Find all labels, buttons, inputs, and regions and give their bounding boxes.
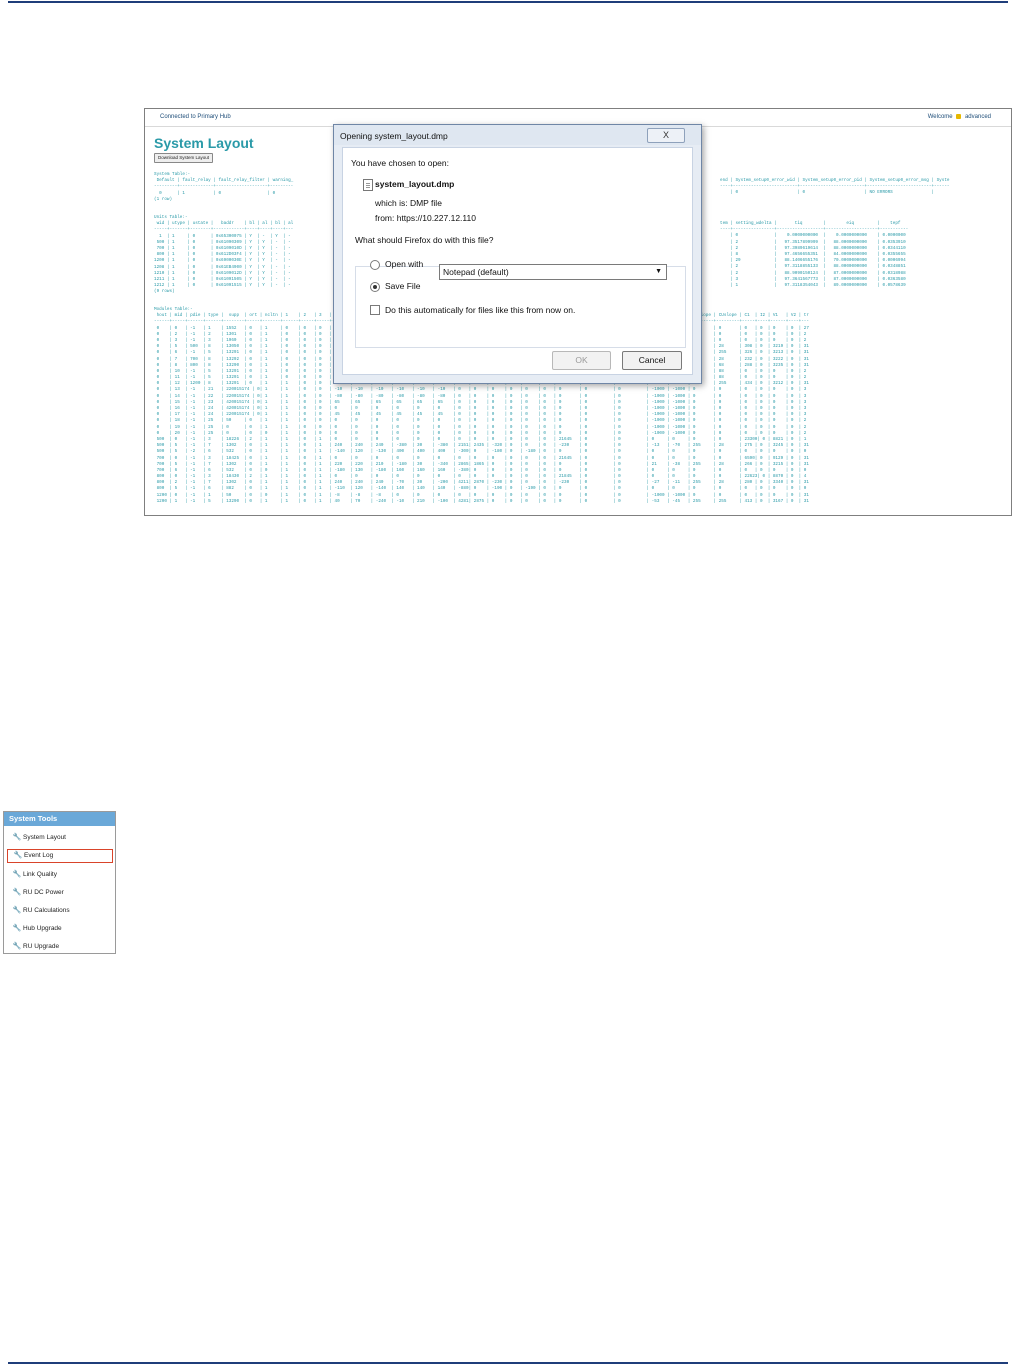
dialog-body: You have chosen to open: system_layout.d… (342, 147, 693, 375)
ok-button[interactable]: OK (552, 351, 611, 370)
menu-item-ru-upgrade[interactable]: 🔧 RU Upgrade (7, 940, 111, 953)
table-line: | 0 | 0 | NO ERRORS | (720, 190, 935, 196)
table-line: (9 rows) (154, 289, 175, 295)
wrench-icon: 🔧 (13, 852, 23, 859)
save-file-radio[interactable] (370, 282, 380, 292)
welcome-text: Welcome (927, 114, 953, 121)
save-file-label[interactable]: Save File (385, 281, 420, 291)
table-line: 700 | 0 | -1 | 3 | 18425 | 0 | 1 | 1 | 0… (154, 455, 809, 461)
table-line: 0 | 13 | -1 | 21 | 220015174 | 0| 1 | 1 … (154, 387, 807, 393)
table-line: | 2 | 97.3517899999 | 88.0000000000 | 0.… (720, 239, 906, 245)
menu-item-label: Link Quality (23, 871, 57, 878)
open-with-label[interactable]: Open with (385, 259, 423, 269)
system-tools-menu: System Tools 🔧 System Layout 🔧 Event Log 🔧… (3, 811, 116, 954)
file-icon (363, 179, 373, 191)
system-table-right: end | System_setup0_error_wid | System_s… (720, 178, 950, 197)
menu-item-ru-calculations[interactable]: 🔧 RU Calculations (7, 904, 111, 917)
close-icon: X (662, 130, 669, 140)
units-table-right: tem | setting_wdelta | tiq | eiq | tepf -… (720, 221, 908, 289)
table-line: 1210 | 1 | 0 | 0x6109012D | Y | Y | - | … (154, 270, 291, 276)
chevron-down-icon: ▼ (655, 268, 662, 275)
download-system-layout-button[interactable]: Download System Layout (154, 153, 214, 163)
menu-item-label: System Layout (23, 834, 66, 841)
menu-item-ru-dc-power[interactable]: 🔧 RU DC Power (7, 886, 111, 899)
open-with-value: Notepad (default) (443, 267, 509, 277)
cancel-button[interactable]: Cancel (622, 351, 682, 370)
menu-item-label: RU Calculations (23, 907, 70, 914)
menu-item-label: Hub Upgrade (23, 925, 62, 932)
question-text: What should Firefox do with this file? (355, 235, 494, 245)
wrench-icon: 🔧 (12, 943, 22, 950)
table-line: | 2 | 88.9090150124 | 87.0000000000 | 0.… (720, 270, 906, 276)
dialog-titlebar: Opening system_layout.dmp X (334, 125, 701, 145)
open-with-radio[interactable] (370, 260, 380, 270)
intro-text: You have chosen to open: (351, 158, 449, 168)
table-line: 1208 | 1 | 0 | 0x61EB4900 | Y | Y | - | … (154, 264, 291, 270)
welcome-area: Welcome advanced (928, 114, 991, 120)
table-line: 500 | 5 | -2 | 6 | 532 | 0 | 1 | 1 | 0 |… (154, 449, 807, 455)
file-name: system_layout.dmp (375, 179, 455, 189)
table-line: 1200 | 1 | 0 | 0x6900030E | Y | Y | - | … (154, 258, 291, 264)
wrench-icon: 🔧 (12, 925, 22, 932)
auto-label[interactable]: Do this automatically for files like thi… (385, 305, 575, 315)
table-line: 1200 | 1 | -1 | 5 | 13290 | 0 | 1 | 1 | … (154, 498, 809, 504)
table-line: 700 | 5 | -1 | 7 | 1302 | 0 | 1 | 1 | 0 … (154, 461, 809, 467)
page-title: System Layout (154, 135, 254, 151)
firefox-open-dialog: Opening system_layout.dmp X You have cho… (333, 124, 702, 384)
table-line: (1 row) (154, 196, 173, 202)
menu-item-event-log[interactable]: 🔧 Event Log (7, 849, 113, 863)
table-line: 0 | 19 | -1 | 25 | 0 | 0 | 1 | 1 | 0 | 0… (154, 424, 807, 430)
table-line: 0 | 14 | -1 | 22 | 220015174 | 0| 1 | 1 … (154, 393, 807, 399)
table-line: | 3 | 97.3641567773 | 87.0000000000 | 0.… (720, 276, 906, 282)
user-name[interactable]: advanced (965, 114, 991, 120)
units-table: Units Table:- wid | utype | ustate | bad… (154, 215, 293, 295)
wrench-icon: 🔧 (12, 834, 22, 841)
menu-item-label: RU Upgrade (23, 943, 60, 950)
table-line: 0 | 1 | 0 | 0 (154, 190, 276, 196)
dialog-title: Opening system_layout.dmp (340, 131, 448, 141)
table-line: 0 | 18 | -1 | 25 | 50 | 0 | 1 | 1 | 0 | … (154, 418, 807, 424)
system-table: System Table:- Default | fault_relay | f… (154, 172, 293, 203)
open-with-select[interactable]: Notepad (default) ▼ (439, 264, 667, 280)
table-line: 1212 | 1 | 0 | 0x61091515 | Y | Y | - | … (154, 283, 291, 289)
bottom-rule (8, 1362, 1008, 1364)
menu-item-link-quality[interactable]: 🔧 Link Quality (7, 868, 111, 881)
top-rule (8, 1, 1008, 3)
file-type: which is: DMP file (375, 198, 442, 208)
menu-item-hub-upgrade[interactable]: 🔧 Hub Upgrade (7, 922, 111, 935)
table-line: ---------+-------------+----------------… (154, 184, 294, 190)
wrench-icon: 🔧 (12, 907, 22, 914)
table-line: -----+-------+--------+------------+----… (154, 227, 294, 233)
table-line: | 1 | 97.3118354043 | 89.0000000000 | 0.… (720, 282, 906, 288)
wrench-icon: 🔧 (12, 871, 22, 878)
menu-item-system-layout[interactable]: 🔧 System Layout (7, 831, 111, 844)
table-line: | 0 | 0.0000000000 | 0.0000000000 | 0.00… (720, 233, 906, 239)
user-icon (956, 114, 962, 119)
close-button[interactable]: X (647, 128, 685, 143)
table-line: 800 | 5 | -1 | 6 | 882 | 0 | 1 | 1 | 0 |… (154, 486, 807, 492)
file-source: from: https://10.227.12.110 (375, 213, 476, 223)
table-line: 1200 | 0 | -1 | 1 | 50 | 0 | 0 | 1 | 0 |… (154, 492, 809, 498)
auto-checkbox[interactable] (370, 305, 380, 315)
wrench-icon: 🔧 (12, 889, 22, 896)
system-tools-header: System Tools (4, 812, 115, 826)
menu-item-label: Event Log (24, 852, 54, 859)
table-line: 1 | 1 | 0 | 0x65300075 | Y | - | Y | - (154, 233, 291, 239)
connection-status: Connected to Primary Hub (160, 114, 231, 120)
table-line: | 2 | 97.3118855133 | 88.0000000000 | 0.… (720, 264, 906, 270)
menu-item-label: RU DC Power (23, 889, 64, 896)
